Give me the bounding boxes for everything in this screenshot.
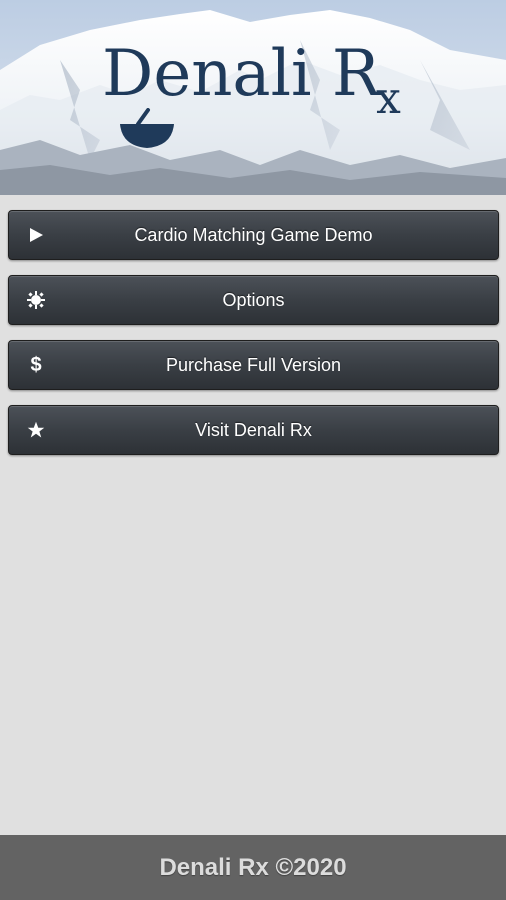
options-button[interactable]: Options	[8, 275, 499, 325]
app-logo: Denali Rx	[102, 42, 405, 121]
button-label: Cardio Matching Game Demo	[134, 224, 373, 245]
cardio-matching-game-demo-button[interactable]: Cardio Matching Game Demo	[8, 210, 499, 260]
main-menu: Cardio Matching Game Demo Options $ Purc…	[8, 210, 499, 470]
button-label: Purchase Full Version	[165, 354, 342, 375]
visit-denali-rx-button[interactable]: Visit Denali Rx	[8, 405, 499, 455]
purchase-full-version-button[interactable]: $ Purchase Full Version	[8, 340, 499, 390]
footer: Denali Rx ©2020	[0, 835, 506, 900]
logo-text: Denali R	[102, 37, 381, 111]
button-label: Visit Denali Rx	[195, 419, 312, 440]
header-banner: Denali Rx	[0, 0, 506, 195]
button-label: Options	[222, 289, 285, 310]
copyright-text: Denali Rx ©2020	[159, 853, 347, 881]
logo-subscript: x	[376, 73, 401, 124]
mortar-pestle-icon	[120, 108, 174, 148]
